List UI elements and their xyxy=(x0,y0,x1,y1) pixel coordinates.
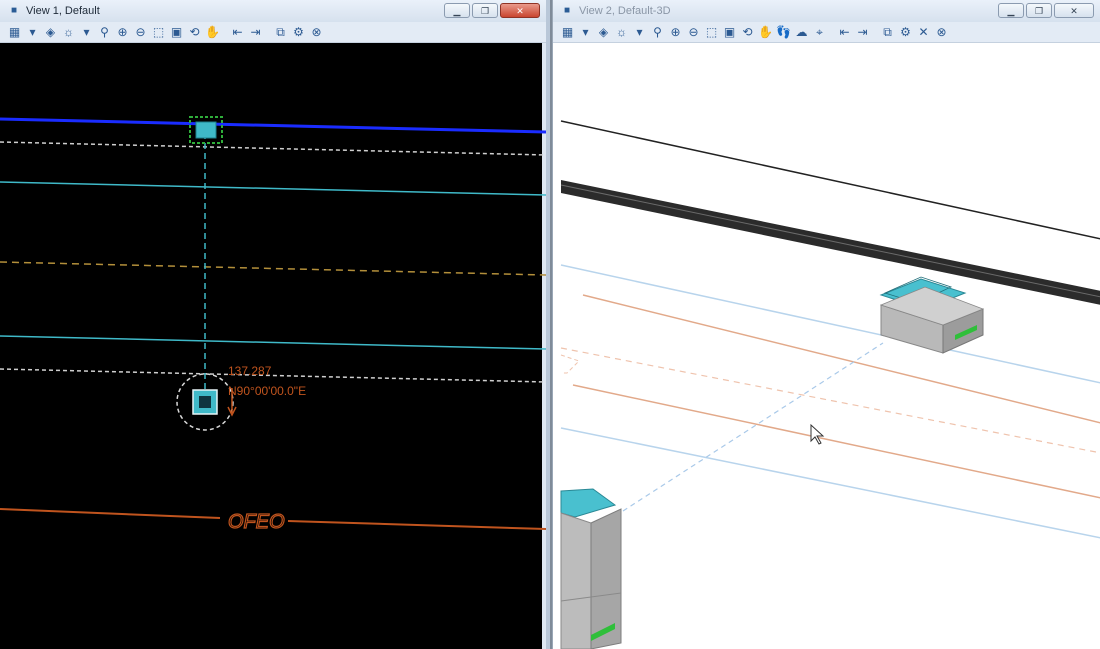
dropdown-icon[interactable]: ▾ xyxy=(24,24,41,41)
road-curb-3d xyxy=(561,180,1100,305)
dropdown-icon[interactable]: ▾ xyxy=(631,24,648,41)
cyan-line xyxy=(560,427,1100,539)
window-area-icon[interactable]: ⬚ xyxy=(703,24,720,41)
window-area-icon[interactable]: ⬚ xyxy=(150,24,167,41)
fly-icon[interactable]: ☁ xyxy=(793,24,810,41)
view1-canvas[interactable]: OFEO 137.287 N90°00'00.0"E xyxy=(0,43,546,649)
minimize-button[interactable]: ▁ xyxy=(444,3,470,18)
fit-view-icon[interactable]: ▣ xyxy=(168,24,185,41)
dropdown-icon[interactable]: ▾ xyxy=(78,24,95,41)
measure-bearing: N90°00'00.0"E xyxy=(228,384,306,398)
road-edge-line xyxy=(0,117,546,134)
utility-line xyxy=(0,508,221,519)
view1-toolbar: ▦ ▾ ◈ ☼ ▾ ⚲ ⊕ ⊖ ⬚ ▣ ⟲ ✋ ⇤ ⇥ ⧉ ⚙ ⊗ xyxy=(0,22,546,43)
zoom-in-icon[interactable]: ⊕ xyxy=(114,24,131,41)
view2-window[interactable]: ■ View 2, Default-3D ▁ ❐ ✕ ▦ ▾ ◈ ☼ ▾ ⚲ ⊕… xyxy=(552,0,1100,649)
close-button[interactable]: ✕ xyxy=(1054,3,1094,18)
clip-volume-icon[interactable]: ⚙ xyxy=(290,24,307,41)
pan-view-icon[interactable]: ✋ xyxy=(757,24,774,41)
display-style-icon[interactable]: ◈ xyxy=(42,24,59,41)
view1-titlebar[interactable]: ■ View 1, Default ▁ ❐ ✕ xyxy=(0,0,546,22)
dashed-line xyxy=(0,368,546,383)
window-menu-icon[interactable]: ■ xyxy=(561,5,573,17)
cyan-line xyxy=(0,335,546,350)
edge-line xyxy=(560,120,1100,240)
zoom-out-icon[interactable]: ⊖ xyxy=(685,24,702,41)
view2-toolbar: ▦ ▾ ◈ ☼ ▾ ⚲ ⊕ ⊖ ⬚ ▣ ⟲ ✋ 👣 ☁ ⌖ ⇤ ⇥ ⧉ ⚙ ✕ … xyxy=(553,22,1100,43)
clip-volume-icon[interactable]: ⚙ xyxy=(897,24,914,41)
dashed-line xyxy=(0,141,546,156)
rotate-view-icon[interactable]: ⟲ xyxy=(186,24,203,41)
update-view-icon[interactable]: ⚲ xyxy=(649,24,666,41)
fit-view-icon[interactable]: ▣ xyxy=(721,24,738,41)
next-view-icon[interactable]: ⇥ xyxy=(854,24,871,41)
inlet-structure-3d xyxy=(560,488,622,649)
restore-button[interactable]: ❐ xyxy=(472,3,498,18)
update-view-icon[interactable]: ⚲ xyxy=(96,24,113,41)
copy-view-icon[interactable]: ⧉ xyxy=(272,24,289,41)
view1-window[interactable]: ■ View 1, Default ▁ ❐ ✕ ▦ ▾ ◈ ☼ ▾ ⚲ ⊕ ⊖ … xyxy=(0,0,550,649)
cyan-line xyxy=(0,181,546,196)
view-attributes-icon[interactable]: ▦ xyxy=(6,24,23,41)
zoom-out-icon[interactable]: ⊖ xyxy=(132,24,149,41)
pan-view-icon[interactable]: ✋ xyxy=(204,24,221,41)
minimize-button[interactable]: ▁ xyxy=(998,3,1024,18)
window-menu-icon[interactable]: ■ xyxy=(8,5,20,17)
view-toggles-icon[interactable]: ⊗ xyxy=(308,24,325,41)
display-style-icon[interactable]: ◈ xyxy=(595,24,612,41)
copy-view-icon[interactable]: ⧉ xyxy=(879,24,896,41)
lighting-icon[interactable]: ☼ xyxy=(60,24,77,41)
view-attributes-icon[interactable]: ▦ xyxy=(559,24,576,41)
previous-view-icon[interactable]: ⇤ xyxy=(229,24,246,41)
rotate-view-icon[interactable]: ⟲ xyxy=(739,24,756,41)
dashed-line xyxy=(0,261,546,276)
close-button[interactable]: ✕ xyxy=(500,3,540,18)
view2-titlebar[interactable]: ■ View 2, Default-3D ▁ ❐ ✕ xyxy=(553,0,1100,22)
mouse-cursor-icon xyxy=(810,423,825,445)
next-view-icon[interactable]: ⇥ xyxy=(247,24,264,41)
view2-title: View 2, Default-3D xyxy=(579,5,671,17)
measure-distance: 137.287 xyxy=(228,364,272,378)
zoom-in-icon[interactable]: ⊕ xyxy=(667,24,684,41)
view1-title: View 1, Default xyxy=(26,5,100,17)
restore-button[interactable]: ❐ xyxy=(1026,3,1052,18)
inlet-structure-3d xyxy=(879,276,985,354)
lighting-icon[interactable]: ☼ xyxy=(613,24,630,41)
camera-icon[interactable]: ⌖ xyxy=(811,24,828,41)
line-tag: OFEO xyxy=(228,511,285,533)
dropdown-icon[interactable]: ▾ xyxy=(577,24,594,41)
previous-view-icon[interactable]: ⇤ xyxy=(836,24,853,41)
clip-mask-icon[interactable]: ✕ xyxy=(915,24,932,41)
utility-line xyxy=(287,520,546,530)
walk-icon[interactable]: 👣 xyxy=(775,24,792,41)
view2-canvas[interactable] xyxy=(553,43,1100,649)
view-toggles-icon[interactable]: ⊗ xyxy=(933,24,950,41)
